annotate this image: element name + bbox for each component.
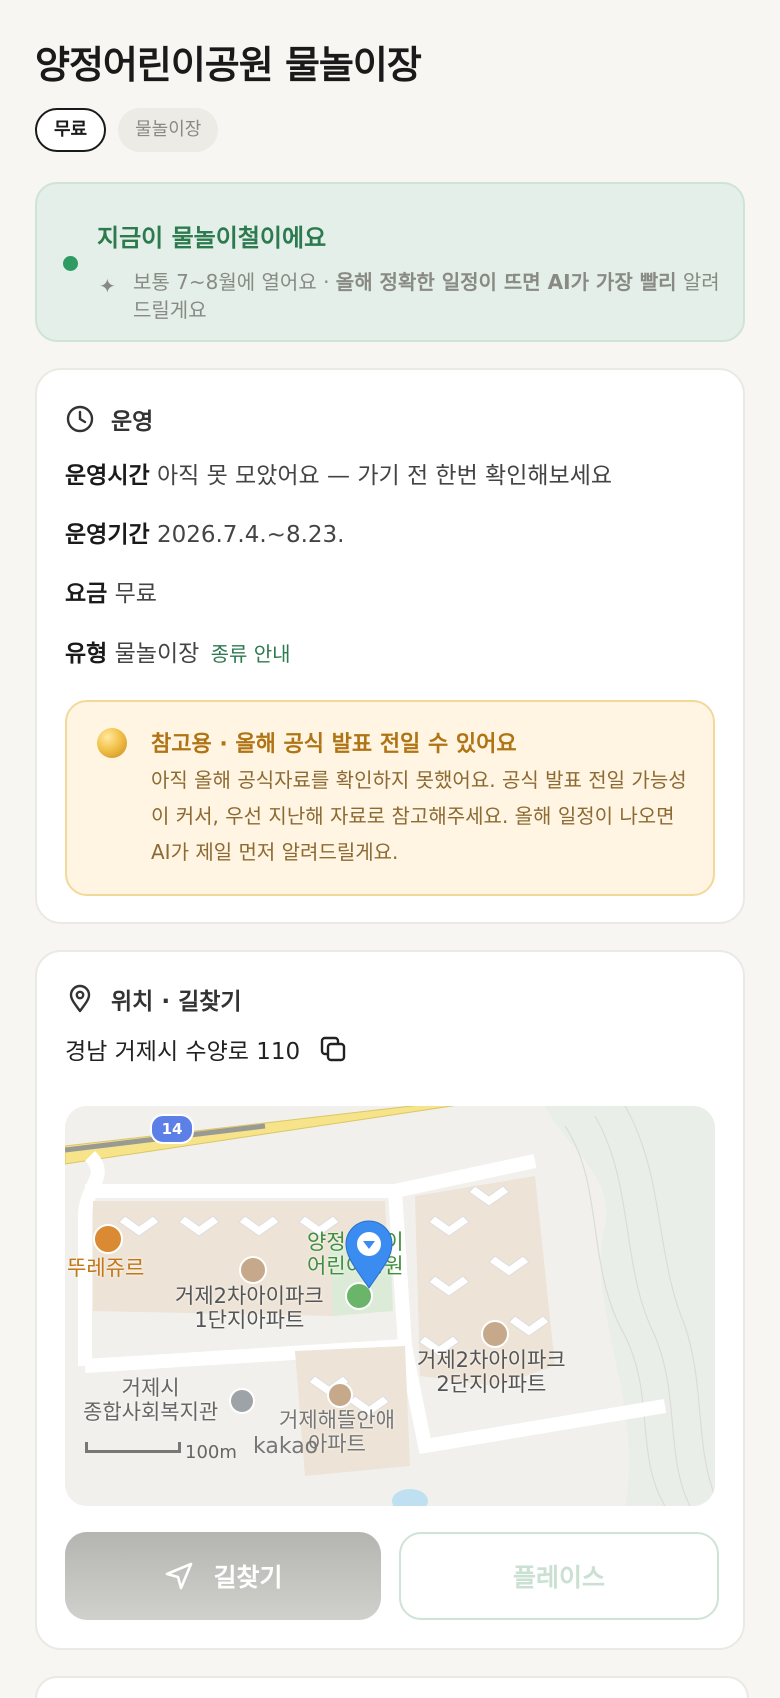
row-type: 유형 물놀이장 종류 안내 [65,641,291,667]
map-brand: kakao [253,1434,319,1459]
status-dot [63,256,78,271]
apartment-icon-2 [481,1320,509,1348]
navigation-arrow-icon [166,1562,193,1590]
location-header: 위치 · 길찾기 [65,982,242,1016]
map-scale-bar [85,1442,181,1453]
type-guide-link[interactable]: 종류 안내 [211,642,291,666]
place-label: 플레이스 [512,1563,605,1592]
welfare-icon [229,1388,255,1414]
sparkle-icon: ✦ [99,274,116,298]
operation-card: 운영 운영시간 아직 못 모았어요 — 가기 전 한번 확인해보세요 운영기간 … [35,368,745,924]
next-card-edge [35,1676,749,1698]
map-label-apt2: 거제2차아이파크 2단지아파트 [417,1348,566,1396]
map-label-apt1: 거제2차아이파크 1단지아파트 [175,1284,324,1332]
chip-free[interactable]: 무료 [35,108,107,152]
map-label-bakery: 뚜레쥬르 [67,1256,145,1280]
copy-icon[interactable] [318,1034,348,1064]
coin-icon [97,728,127,758]
road-badge: 14 [150,1114,194,1144]
notice-title: 참고용 · 올해 공식 발표 전일 수 있어요 [151,732,517,757]
map-pin-icon[interactable] [343,1218,395,1290]
reference-notice: 참고용 · 올해 공식 발표 전일 수 있어요 아직 올해 공식자료를 확인하지… [65,700,715,896]
location-heading: 위치 · 길찾기 [111,989,242,1015]
chip-water-play[interactable]: 물놀이장 [118,108,219,152]
season-banner: 지금이 물놀이철이에요 ✦ 보통 7~8월에 열어요 · 올해 정확한 일정이 … [35,182,745,342]
place-button[interactable]: 플레이스 [399,1532,719,1620]
season-headline: 지금이 물놀이철이에요 [97,224,327,252]
notice-body: 아직 올해 공식자료를 확인하지 못했어요. 공식 발표 전일 가능성이 커서,… [151,768,687,864]
map-label-welfare: 거제시 종합사회복지관 [83,1376,219,1424]
page-title: 양정어린이공원 물놀이장 [35,43,422,87]
route-button[interactable]: 길찾기 [65,1532,381,1620]
season-subtext: 보통 7~8월에 열어요 · 올해 정확한 일정이 뜨면 AI가 가장 빨리 알… [133,270,720,322]
apartment-icon [239,1256,267,1284]
address-text: 경남 거제시 수양로 110 [65,1039,301,1065]
map-scale-label: 100m [185,1442,237,1463]
address-line: 경남 거제시 수양로 110 [65,1032,348,1066]
location-pin-icon [69,984,91,1013]
apartment-icon-3 [327,1382,353,1408]
operation-header: 운영 [65,402,153,436]
clock-icon [66,405,94,433]
row-fee: 요금 무료 [65,581,157,607]
cafe-icon [93,1224,123,1254]
row-hours: 운영시간 아직 못 모았어요 — 가기 전 한번 확인해보세요 [65,463,613,489]
operation-heading: 운영 [111,409,154,435]
route-label: 길찾기 [213,1563,283,1592]
row-period: 운영기간 2026.7.4.~8.23. [65,522,345,548]
map-view[interactable]: 14 뚜레쥬르 거제2차아이파크1단지아파트 양정어린이어린이공원 거제2차아이… [65,1106,715,1506]
location-card: 위치 · 길찾기 경남 거제시 수양로 110 14 뚜레쥬르 거제2차아이파크… [35,950,745,1650]
tag-chips: 무료 물놀이장 [35,108,219,152]
